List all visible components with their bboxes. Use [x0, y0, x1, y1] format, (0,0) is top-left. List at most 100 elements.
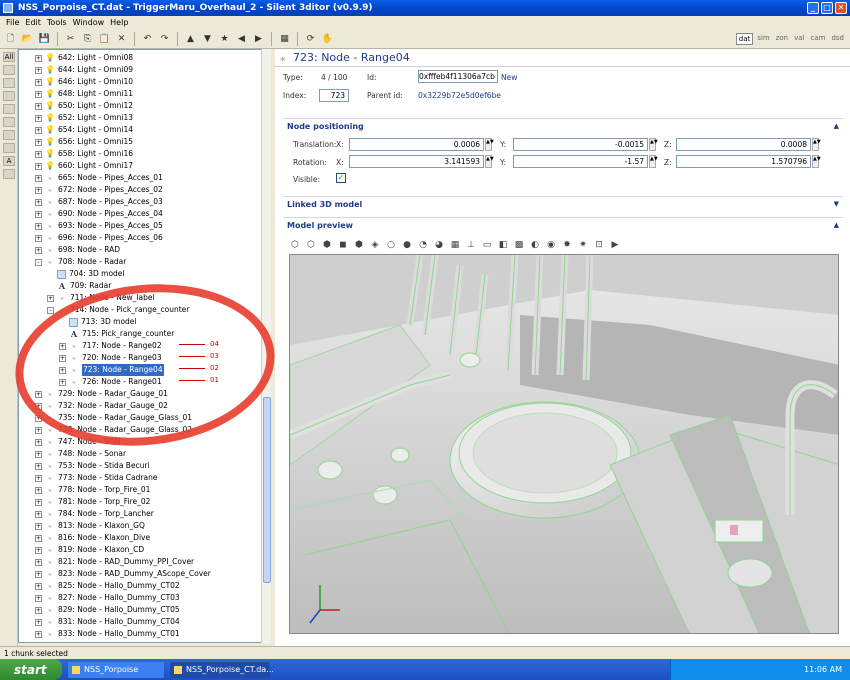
tree-row[interactable]: + ⁎ 833: Node - Hallo_Dummy_CT01 — [35, 628, 180, 640]
tree-row[interactable]: +⁎836: Node - NSS_Radar_Display_01 — [35, 640, 190, 642]
expand-toggle[interactable]: + — [35, 486, 42, 494]
new-id-link[interactable]: New — [501, 73, 517, 82]
collapse-icon[interactable]: ▲ — [834, 221, 839, 229]
tree-row[interactable]: + ⁎ 816: Node - Klaxon_Dive — [35, 532, 150, 544]
view-cube-icon[interactable]: ⬢ — [353, 239, 365, 251]
filter-object-icon[interactable] — [3, 143, 15, 153]
grid-icon[interactable]: ▦ — [449, 239, 461, 251]
forward-icon[interactable]: ▶ — [251, 31, 266, 46]
expand-toggle[interactable]: + — [35, 426, 42, 434]
translation-y-field[interactable]: -0.0015 — [513, 138, 648, 151]
start-button[interactable]: start — [0, 659, 62, 680]
expand-toggle[interactable]: + — [35, 606, 42, 614]
tab-dat[interactable]: dat — [735, 33, 754, 45]
expand-toggle[interactable]: + — [35, 474, 42, 482]
filter-all-icon[interactable]: All — [3, 52, 15, 62]
highlight-icon[interactable]: ✸ — [561, 239, 573, 251]
tree-row[interactable]: + ⁎ 781: Node - Torp_Fire_02 — [35, 496, 150, 508]
open-folder-icon[interactable]: 📂 — [20, 31, 35, 46]
texture-icon[interactable]: ◈ — [369, 239, 381, 251]
tree-row[interactable]: + 💡 654: Light - Omni14 — [35, 124, 133, 136]
filter-misc-icon[interactable] — [3, 169, 15, 179]
expand-toggle[interactable]: + — [35, 546, 42, 554]
expand-toggle[interactable]: + — [35, 138, 42, 146]
expand-toggle[interactable]: + — [35, 90, 42, 98]
axes-icon[interactable]: ⊥ — [465, 239, 477, 251]
menu-file[interactable]: File — [3, 18, 22, 27]
filter-model-icon[interactable] — [3, 78, 15, 88]
expand-toggle[interactable]: + — [35, 246, 42, 254]
wire-icon[interactable]: ◧ — [497, 239, 509, 251]
light-b-icon[interactable]: ◕ — [433, 239, 445, 251]
tab-sim[interactable]: sim — [755, 33, 771, 45]
menu-help[interactable]: Help — [107, 18, 131, 27]
light-a-icon[interactable]: ◔ — [417, 239, 429, 251]
expand-toggle[interactable]: + — [35, 66, 42, 74]
expand-toggle[interactable]: + — [35, 570, 42, 578]
copy-icon[interactable]: ⎘ — [80, 31, 95, 46]
tree-row[interactable]: + ⁎ 813: Node - Klaxon_GQ — [35, 520, 145, 532]
expand-toggle[interactable]: + — [35, 522, 42, 530]
bounding-box-icon[interactable]: ▭ — [481, 239, 493, 251]
tree-row[interactable]: + ⁎ 753: Node - Stida Becuri — [35, 460, 150, 472]
index-field[interactable]: 723 — [319, 89, 349, 102]
rotation-x-field[interactable]: 3.141593 — [349, 155, 484, 168]
collapse-icon[interactable]: ▲ — [834, 122, 839, 130]
menu-tools[interactable]: Tools — [44, 18, 70, 27]
tree-row[interactable]: + ⁎ 825: Node - Hallo_Dummy_CT02 — [35, 580, 180, 592]
tree-scrollbar-thumb[interactable] — [263, 397, 271, 583]
refresh-icon[interactable]: ⟳ — [303, 31, 318, 46]
shading-icon[interactable]: ◐ — [529, 239, 541, 251]
tab-cam[interactable]: cam — [808, 33, 827, 45]
model-preview-viewport[interactable] — [289, 254, 839, 634]
tree-row[interactable]: + ⁎ 829: Node - Hallo_Dummy_CT05 — [35, 604, 180, 616]
tree-row[interactable]: + 💡 656: Light - Omni15 — [35, 136, 133, 148]
move-up-icon[interactable]: ▲ — [183, 31, 198, 46]
expand-toggle[interactable]: + — [35, 198, 42, 206]
play-icon[interactable]: ▶ — [609, 239, 621, 251]
light-off-icon[interactable]: ○ — [385, 239, 397, 251]
tree-row[interactable]: + ⁎ 821: Node - RAD_Dummy_PPI_Cover — [35, 556, 194, 568]
translation-x-spinner[interactable]: ▲▼ — [485, 138, 494, 151]
expand-toggle[interactable]: + — [35, 210, 42, 218]
section-model-preview[interactable]: Model preview ▲ — [283, 217, 843, 232]
undo-icon[interactable]: ↶ — [140, 31, 155, 46]
expand-toggle[interactable]: + — [35, 462, 42, 470]
rotation-y-field[interactable]: -1.57 — [513, 155, 648, 168]
rotation-z-spinner[interactable]: ▲▼ — [812, 155, 821, 168]
tree-row[interactable]: + ⁎ 823: Node - RAD_Dummy_AScope_Cover — [35, 568, 211, 580]
move-down-icon[interactable]: ▼ — [200, 31, 215, 46]
expand-toggle[interactable]: + — [35, 54, 42, 62]
tree-row[interactable]: + 💡 658: Light - Omni16 — [35, 148, 133, 160]
filter-light-icon[interactable] — [3, 91, 15, 101]
grid-view-icon[interactable]: ▦ — [277, 31, 292, 46]
menu-window[interactable]: Window — [70, 18, 108, 27]
mesh-icon[interactable]: ▩ — [513, 239, 525, 251]
tree-row[interactable]: + 💡 642: Light - Omni08 — [35, 52, 133, 64]
tree-row[interactable]: + ⁎ 819: Node - Klaxon_CD — [35, 544, 144, 556]
view-top-icon[interactable]: ⬢ — [321, 239, 333, 251]
tree-row[interactable]: + ⁎ 696: Node - Pipes_Acces_06 — [35, 232, 163, 244]
tree-row[interactable]: + 💡 646: Light - Omni10 — [35, 76, 133, 88]
id-field[interactable]: 0xfffeb4f11306a7cb — [418, 70, 498, 83]
redo-icon[interactable]: ↷ — [157, 31, 172, 46]
bookmark-icon[interactable]: ★ — [217, 31, 232, 46]
paste-icon[interactable]: 📋 — [97, 31, 112, 46]
tree-row[interactable]: + ⁎ 778: Node - Torp_Fire_01 — [35, 484, 150, 496]
expand-toggle[interactable]: + — [35, 558, 42, 566]
expand-toggle[interactable]: + — [35, 534, 42, 542]
view-solid-icon[interactable]: ◼ — [337, 239, 349, 251]
eye-icon[interactable]: ◉ — [545, 239, 557, 251]
tree-row[interactable]: + ⁎ 690: Node - Pipes_Acces_04 — [35, 208, 163, 220]
tree-row[interactable]: + ⁎ 827: Node - Hallo_Dummy_CT03 — [35, 592, 180, 604]
visible-checkbox[interactable]: ✓ — [336, 173, 346, 183]
expand-toggle[interactable]: + — [35, 186, 42, 194]
translation-x-field[interactable]: 0.0006 — [349, 138, 484, 151]
taskbar-item-folder[interactable]: NSS_Porpoise — [68, 661, 164, 678]
translation-z-spinner[interactable]: ▲▼ — [812, 138, 821, 151]
expand-toggle[interactable]: + — [35, 126, 42, 134]
taskbar-item-editor[interactable]: NSS_Porpoise_CT.da... — [170, 661, 274, 678]
tree-row[interactable]: + ⁎ 693: Node - Pipes_Acces_05 — [35, 220, 163, 232]
rotation-x-spinner[interactable]: ▲▼ — [485, 155, 494, 168]
tree-row[interactable]: + ⁎ 748: Node - Sonar — [35, 448, 126, 460]
